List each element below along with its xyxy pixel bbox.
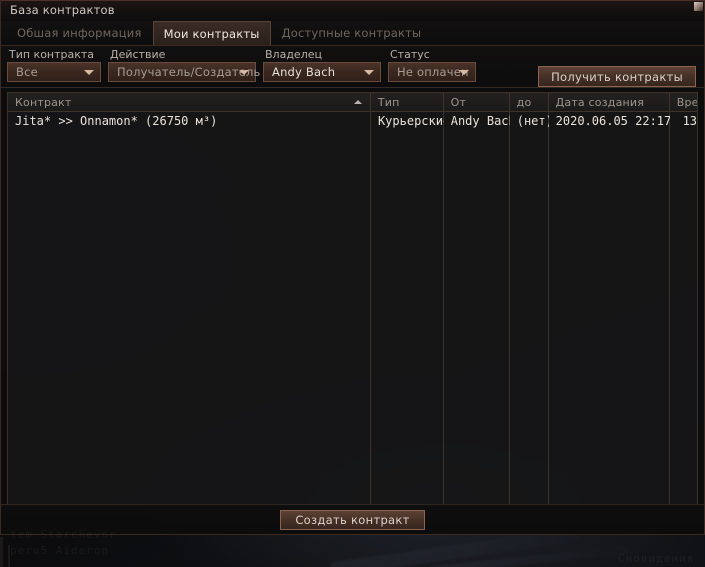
tab-bar: Обшая информация Мои контракты Доступные… <box>1 21 704 46</box>
column-header-contract-label: Контракт <box>15 95 72 109</box>
table-row[interactable]: Jita* >> Onnamon* (26750 м³) Курьерские … <box>8 112 697 130</box>
cell-created: 2020.06.05 22:17 <box>555 114 670 128</box>
table-header-row: Контракт Тип От до Дата создания Вре <box>8 93 697 112</box>
page-title: База контрактов <box>10 3 115 17</box>
background-bar <box>8 545 10 567</box>
tab-available-contracts[interactable]: Доступные контракты <box>271 21 433 45</box>
column-divider <box>371 112 445 504</box>
create-contract-button[interactable]: Создать контракт <box>280 509 425 530</box>
filter-group-action: Действие Получатель/Создатель <box>108 48 260 82</box>
status-value: Не оплачен <box>397 65 469 79</box>
filter-bar: Тип контракта Все Действие Получатель/Со… <box>1 46 704 88</box>
chevron-down-icon <box>459 70 469 75</box>
contract-type-dropdown[interactable]: Все <box>7 62 101 82</box>
filter-group-status: Статус Не оплачен <box>388 48 476 82</box>
window-title-bar: База контрактов <box>1 1 704 21</box>
action-label: Действие <box>110 48 166 61</box>
status-label: Статус <box>390 48 430 61</box>
filter-group-owner: Владелец Andy Bach <box>263 48 381 82</box>
cell-contract: Jita* >> Onnamon* (26750 м³) <box>15 114 218 128</box>
tab-general-info[interactable]: Обшая информация <box>6 21 153 45</box>
cell-time: 13 <box>682 114 697 128</box>
column-divider <box>8 112 372 504</box>
chevron-down-icon <box>239 70 249 75</box>
column-divider <box>549 112 670 504</box>
cell-type: Курьерские <box>377 114 444 128</box>
desktop-background: Сновидения База контрактов Обшая информа… <box>0 0 705 567</box>
tab-my-contracts[interactable]: Мои контракты <box>152 21 271 45</box>
column-divider <box>510 112 549 504</box>
action-dropdown[interactable]: Получатель/Создатель <box>108 62 260 82</box>
column-header-created[interactable]: Дата создания <box>549 93 670 111</box>
column-header-type[interactable]: Тип <box>371 93 444 111</box>
sort-ascending-icon <box>353 100 362 104</box>
contracts-table: Контракт Тип От до Дата создания Вре Jit… <box>7 92 698 504</box>
cell-to: (нет) <box>516 114 549 128</box>
fetch-contracts-button[interactable]: Получить контракты <box>538 66 696 87</box>
owner-value: Andy Bach <box>272 65 336 79</box>
filter-group-contract-type: Тип контракта Все <box>7 48 101 82</box>
background-bar <box>0 537 3 567</box>
chevron-down-icon <box>364 70 374 75</box>
table-body: Jita* >> Onnamon* (26750 м³) Курьерские … <box>8 112 697 504</box>
column-divider <box>670 112 697 504</box>
contract-type-value: Все <box>16 65 38 79</box>
background-label: Сновидения <box>618 552 695 565</box>
status-dropdown[interactable]: Не оплачен <box>388 62 476 82</box>
background-streak <box>430 545 630 567</box>
column-header-to[interactable]: до <box>510 93 549 111</box>
owner-label: Владелец <box>265 48 322 61</box>
column-header-time[interactable]: Вре <box>670 93 697 111</box>
contracts-window: База контрактов Обшая информация Мои кон… <box>0 0 705 535</box>
cell-from: Andy Bach <box>450 114 510 128</box>
window-footer: Создать контракт <box>1 504 704 534</box>
background-text-line-2: peru5 Aideron <box>10 544 110 557</box>
column-grid-lines <box>8 112 697 504</box>
chevron-down-icon <box>84 70 94 75</box>
column-divider <box>444 112 510 504</box>
owner-dropdown[interactable]: Andy Bach <box>263 62 381 82</box>
contract-type-label: Тип контракта <box>9 48 95 61</box>
column-header-contract[interactable]: Контракт <box>8 93 371 111</box>
column-header-from[interactable]: От <box>444 93 510 111</box>
